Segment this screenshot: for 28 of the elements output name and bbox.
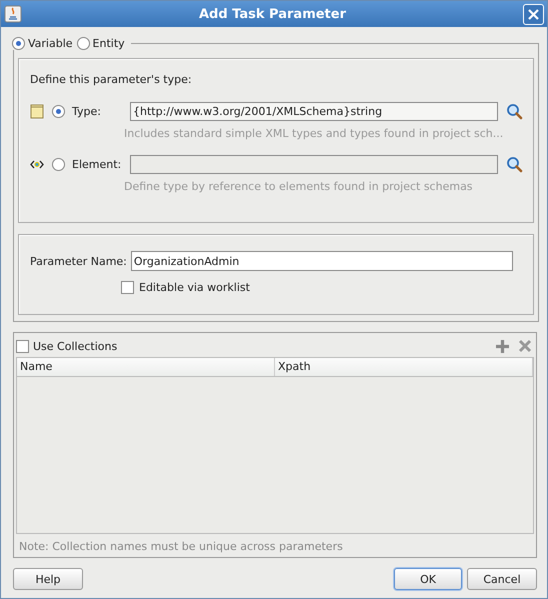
hint-text: Define type by reference to elements found in project schemas bbox=[123, 180, 474, 193]
collections-checkbox[interactable]: Use Collections bbox=[16, 340, 118, 352]
search-icon[interactable] bbox=[506, 156, 523, 173]
editable-checkbox[interactable]: Editable via worklist bbox=[121, 281, 523, 294]
note-text: Note: Collection names must be unique across parameters bbox=[18, 539, 344, 555]
search-icon[interactable] bbox=[506, 103, 523, 120]
column-header[interactable]: Name bbox=[17, 358, 275, 376]
app-icon bbox=[4, 5, 22, 23]
document-icon bbox=[30, 104, 44, 119]
section-heading: Define this parameter's type: bbox=[30, 73, 193, 86]
window-title: Add Task Parameter bbox=[198, 6, 347, 22]
type-field[interactable]: {http://www.w3.org/2001/XMLSchema}string bbox=[130, 102, 498, 121]
dialog-button[interactable]: OK bbox=[394, 568, 462, 590]
type-field[interactable] bbox=[130, 155, 498, 174]
type-radio[interactable]: Element: bbox=[52, 158, 130, 171]
kind-radio[interactable]: Entity bbox=[76, 37, 125, 50]
kind-radio[interactable]: Variable bbox=[12, 37, 73, 50]
delete-icon[interactable] bbox=[518, 339, 532, 353]
column-header[interactable]: Xpath bbox=[275, 358, 533, 376]
add-icon[interactable] bbox=[495, 338, 510, 354]
dialog-button[interactable]: Cancel bbox=[467, 568, 537, 590]
type-radio[interactable]: Type: bbox=[52, 105, 130, 118]
close-icon[interactable] bbox=[527, 8, 540, 20]
dialog-button[interactable]: Help bbox=[13, 568, 83, 590]
hint-text: Includes standard simple XML types and types found in project sch... bbox=[123, 127, 504, 140]
field-label: Parameter Name: bbox=[30, 254, 127, 268]
parameter-name-field[interactable]: OrganizationAdmin bbox=[130, 251, 513, 271]
close-button[interactable] bbox=[523, 4, 544, 24]
